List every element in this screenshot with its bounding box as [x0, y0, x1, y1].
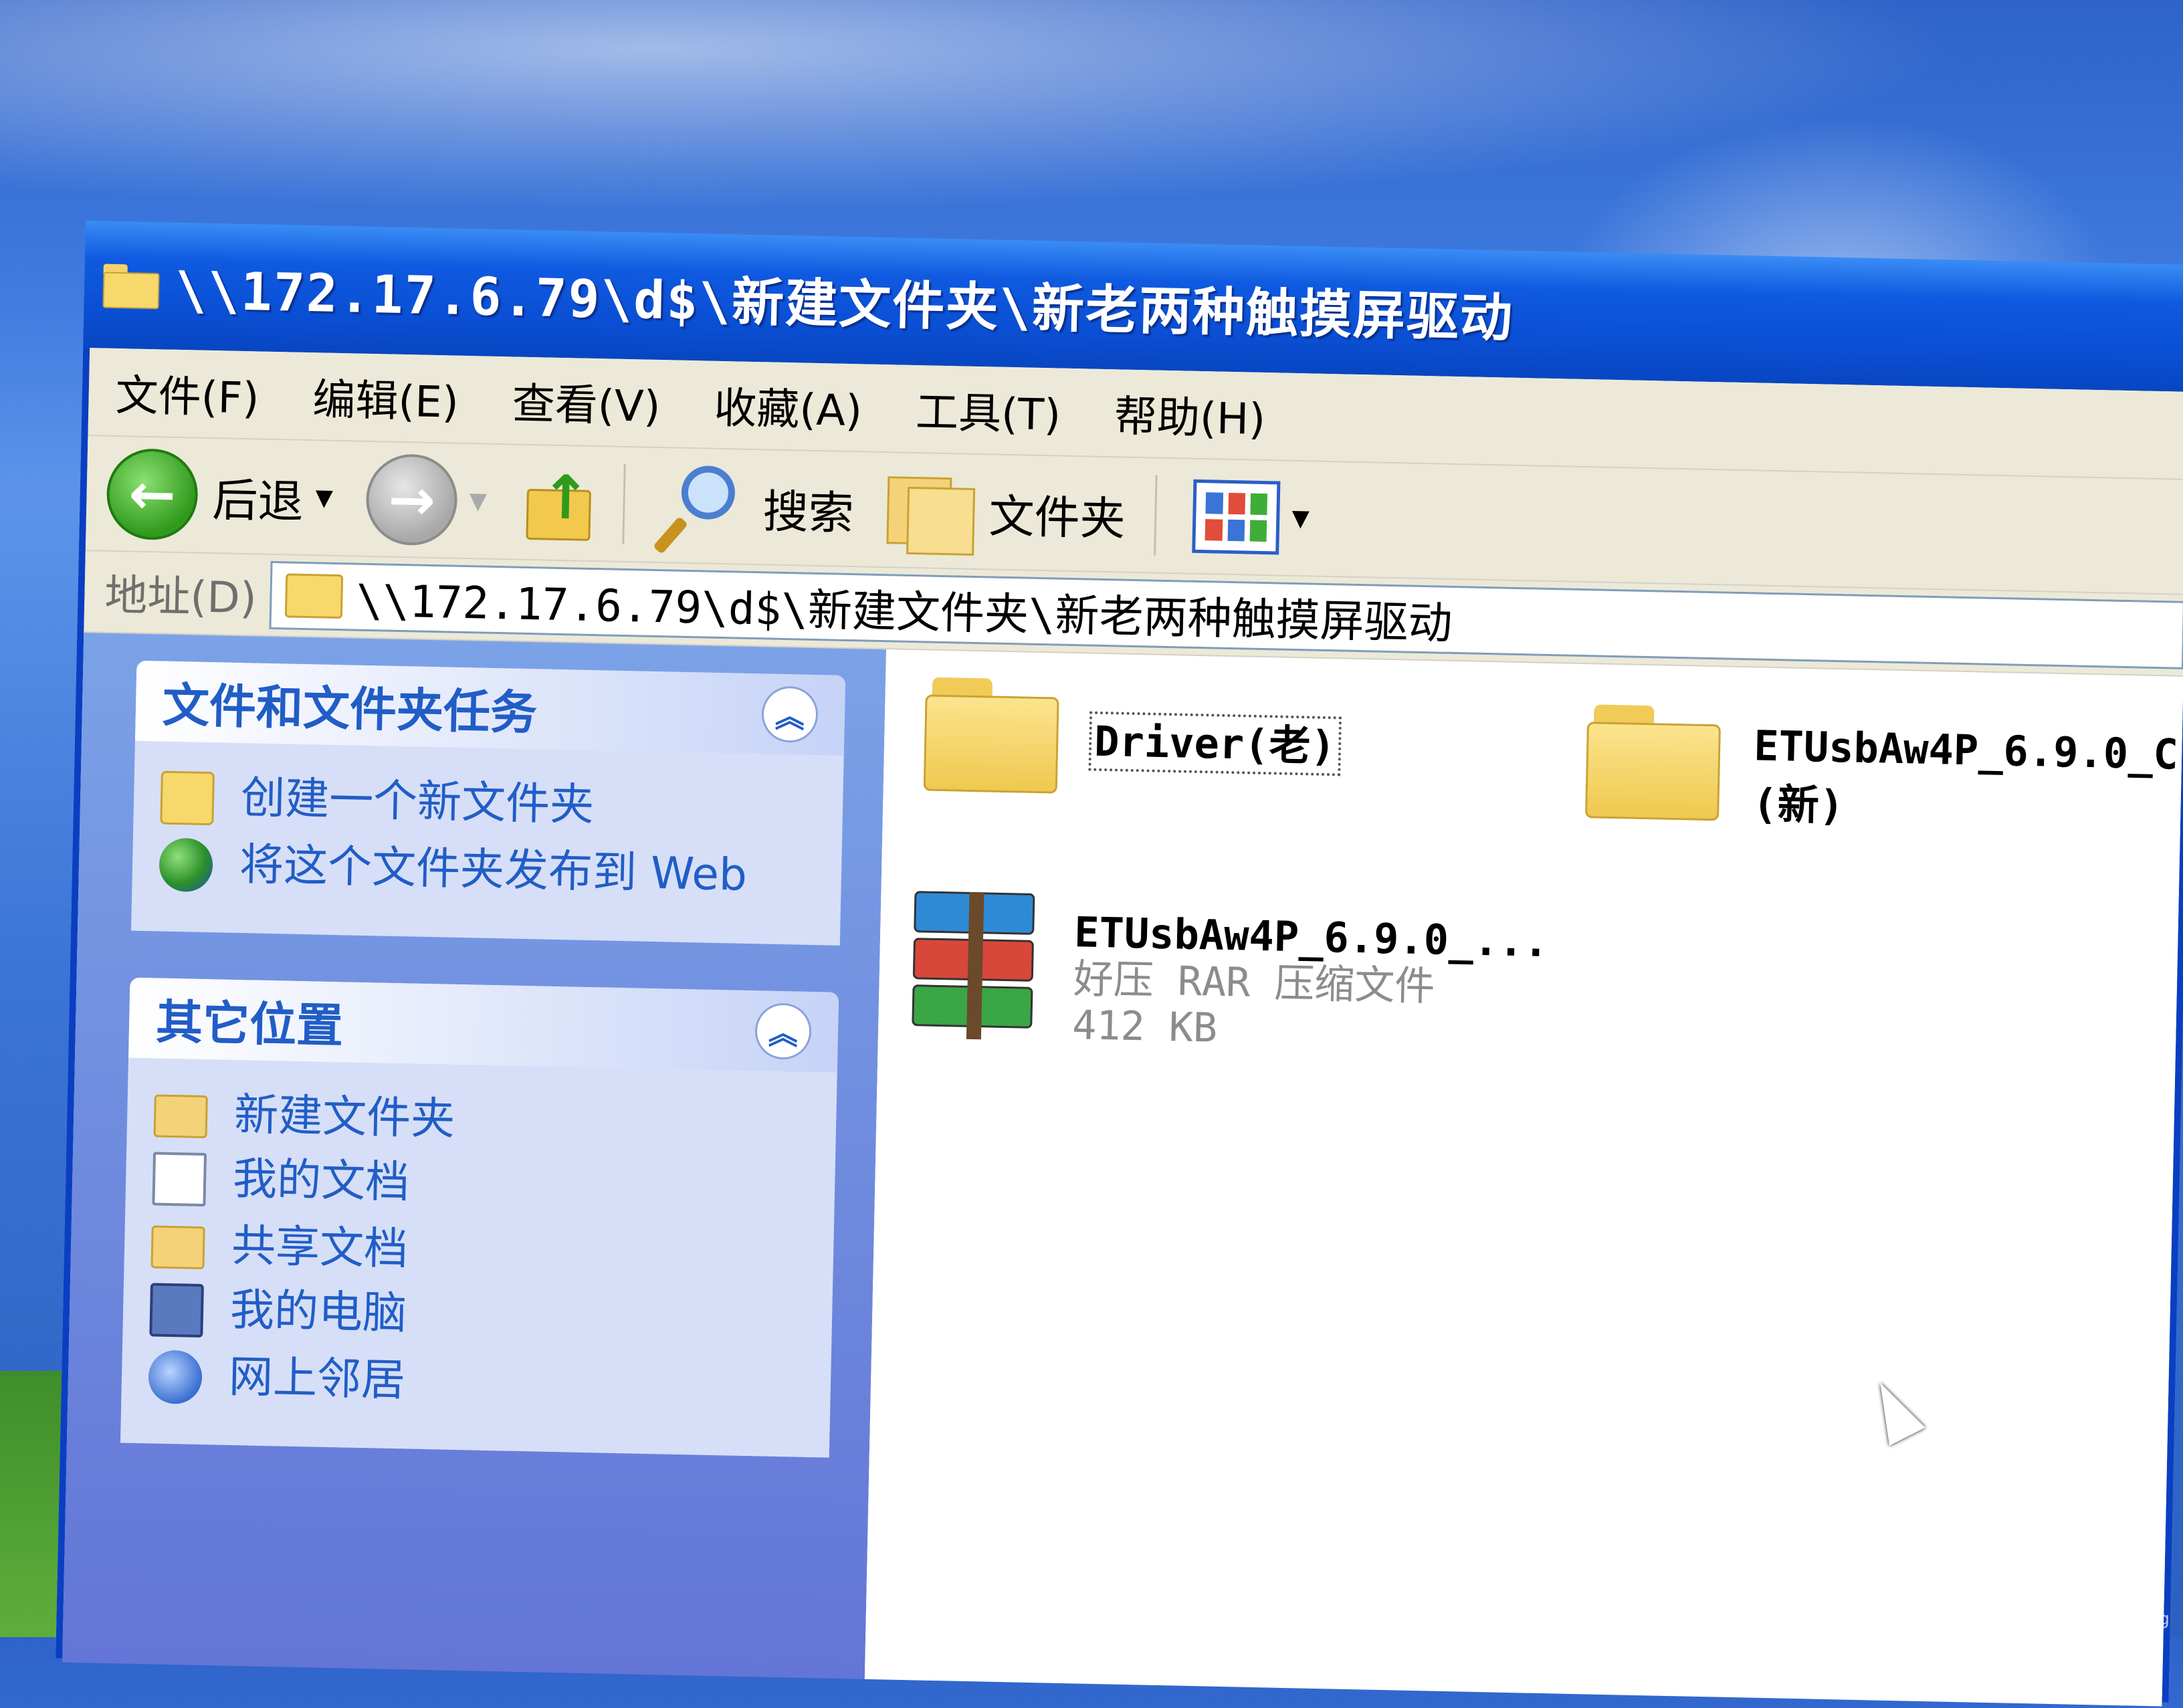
back-button[interactable]: ← 后退 ▼ [106, 447, 334, 544]
folder-icon [1584, 704, 1722, 821]
place-network[interactable]: 网上邻居 [148, 1350, 804, 1417]
address-value: \\172.17.6.79\d$\新建文件夹\新老两种触摸屏驱动 [355, 574, 1453, 649]
computer-icon [149, 1283, 204, 1338]
menu-view[interactable]: 查看(V) [512, 369, 661, 434]
task-publish-web[interactable]: 将这个文件夹发布到 Web [159, 837, 815, 905]
menu-favorites[interactable]: 收藏(A) [714, 374, 863, 439]
search-icon [653, 461, 749, 554]
place-label: 我的电脑 [229, 1283, 407, 1340]
other-places-panel: 其它位置 ︽ 新建文件夹 我的文档 共享文档 我的电脑 网上邻居 [120, 977, 839, 1458]
file-name-line2: (新) [1752, 779, 1845, 831]
file-size: 412 KB [1071, 1002, 1218, 1052]
place-label: 新建文件夹 [233, 1088, 456, 1145]
menu-edit[interactable]: 编辑(E) [312, 365, 459, 430]
file-tasks-title: 文件和文件夹任务 [162, 677, 538, 740]
views-dropdown-icon[interactable]: ▼ [1291, 505, 1310, 532]
window-title: \\172.17.6.79\d$\新建文件夹\新老两种触摸屏驱动 [175, 260, 1514, 349]
watermark: www.wooyun.org [2020, 1609, 2170, 1629]
back-dropdown-icon[interactable]: ▼ [315, 484, 333, 512]
documents-icon [152, 1152, 207, 1206]
place-new-folder[interactable]: 新建文件夹 [153, 1087, 809, 1152]
folder-icon [150, 1225, 205, 1269]
place-my-computer[interactable]: 我的电脑 [149, 1283, 805, 1350]
task-label: 将这个文件夹发布到 Web [239, 839, 748, 901]
forward-arrow-icon: → [365, 453, 459, 546]
explorer-window: \\172.17.6.79\d$\新建文件夹\新老两种触摸屏驱动 文件(F) 编… [56, 221, 2183, 1707]
menu-tools[interactable]: 工具(T) [915, 378, 1061, 443]
folder-icon [285, 573, 344, 619]
folder-up-icon: ↑ [520, 462, 595, 544]
folder-icon [102, 263, 160, 310]
place-label: 我的文档 [232, 1152, 411, 1208]
place-label: 网上邻居 [228, 1350, 406, 1406]
file-list: Driver(老) ETUsbAw4P_6.9.0_C... (新) ETUsb… [864, 649, 2183, 1707]
toolbar-separator-2 [1154, 475, 1158, 556]
forward-dropdown-icon[interactable]: ▼ [469, 488, 487, 515]
views-button[interactable]: ▼ [1192, 479, 1310, 556]
globe-icon [159, 837, 213, 893]
folders-button[interactable]: 文件夹 [886, 469, 1126, 556]
folder-icon [153, 1094, 208, 1139]
task-pane: 文件和文件夹任务 ︽ 创建一个新文件夹 将这个文件夹发布到 Web 其它位置 ︽… [62, 633, 887, 1679]
other-places-title: 其它位置 [155, 994, 344, 1053]
file-item-driver-old[interactable]: Driver(老) [923, 677, 1342, 799]
folders-icon [886, 469, 976, 556]
file-item-etusb-rar[interactable]: ETUsbAw4P_6.9.0_... 好压 RAR 压缩文件 412 KB [905, 891, 1550, 1059]
folder-icon [923, 677, 1060, 794]
content-area: 文件和文件夹任务 ︽ 创建一个新文件夹 将这个文件夹发布到 Web 其它位置 ︽… [62, 633, 2183, 1707]
forward-button[interactable]: → ▼ [365, 453, 488, 547]
file-item-etusb-new[interactable]: ETUsbAw4P_6.9.0_C... (新) [1584, 704, 2183, 841]
new-folder-icon [160, 770, 215, 826]
address-label: 地址(D) [104, 570, 257, 624]
network-icon [148, 1350, 203, 1404]
file-tasks-panel: 文件和文件夹任务 ︽ 创建一个新文件夹 将这个文件夹发布到 Web [130, 660, 846, 946]
rar-archive-icon [905, 891, 1042, 1041]
up-button[interactable]: ↑ [520, 462, 595, 544]
back-label: 后退 [211, 473, 304, 529]
collapse-icon[interactable]: ︽ [761, 685, 819, 744]
task-new-folder[interactable]: 创建一个新文件夹 [160, 770, 816, 839]
file-name: Driver(老) [1088, 711, 1342, 776]
task-label: 创建一个新文件夹 [240, 772, 595, 831]
views-icon [1192, 479, 1281, 555]
search-button[interactable]: 搜索 [653, 461, 855, 554]
mouse-cursor-icon [1862, 1374, 1926, 1446]
menu-help[interactable]: 帮助(H) [1114, 382, 1266, 447]
other-places-header[interactable]: 其它位置 ︽ [128, 977, 839, 1073]
collapse-icon[interactable]: ︽ [754, 1002, 812, 1060]
search-label: 搜索 [762, 485, 855, 540]
file-tasks-header[interactable]: 文件和文件夹任务 ︽ [134, 660, 846, 756]
place-shared-documents[interactable]: 共享文档 [150, 1218, 807, 1283]
menu-file[interactable]: 文件(F) [115, 361, 260, 425]
folders-label: 文件夹 [988, 490, 1126, 546]
place-label: 共享文档 [231, 1219, 409, 1275]
place-my-documents[interactable]: 我的文档 [152, 1152, 808, 1219]
back-arrow-icon: ← [106, 447, 199, 541]
toolbar-separator [622, 463, 627, 544]
